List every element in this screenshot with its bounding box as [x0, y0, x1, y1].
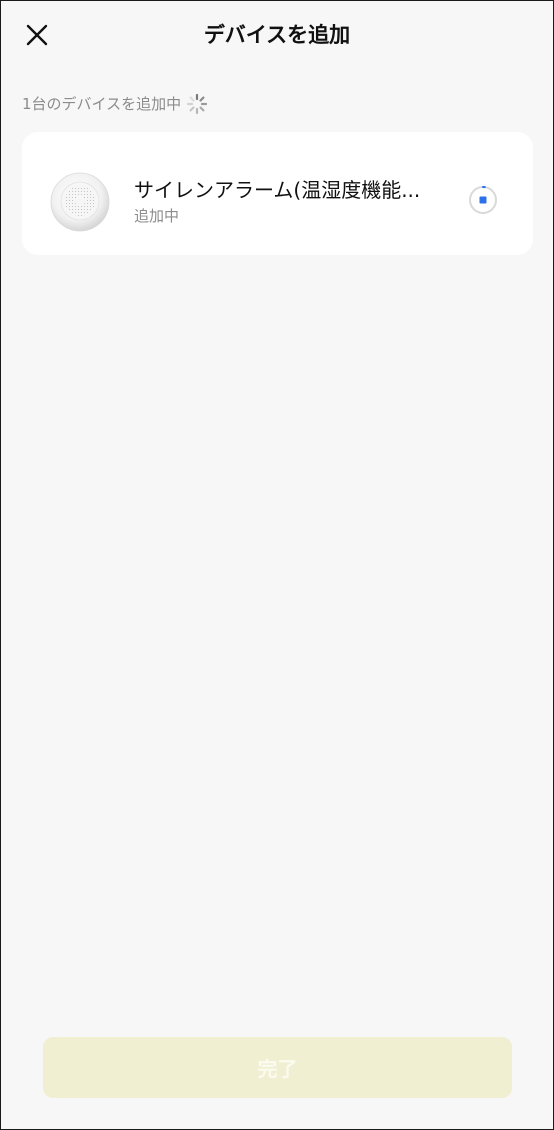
- device-card[interactable]: サイレンアラーム(温湿度機能... 追加中: [22, 132, 533, 255]
- loading-spinner-icon: [187, 93, 208, 115]
- done-button[interactable]: 完了: [43, 1037, 512, 1098]
- adding-status: 1台のデバイスを追加中: [22, 93, 208, 115]
- header: デバイスを追加: [1, 1, 553, 71]
- page-title: デバイスを追加: [203, 23, 351, 47]
- siren-alarm-device-image: [50, 172, 110, 232]
- add-device-screen: デバイスを追加 1台のデバイスを追加中 サイレンアラーム(温湿度機能... 追加…: [0, 0, 554, 1130]
- device-status: 追加中: [134, 207, 180, 225]
- progress-stop-icon[interactable]: [468, 185, 498, 215]
- adding-status-text: 1台のデバイスを追加中: [22, 95, 182, 113]
- device-name: サイレンアラーム(温湿度機能...: [134, 178, 421, 202]
